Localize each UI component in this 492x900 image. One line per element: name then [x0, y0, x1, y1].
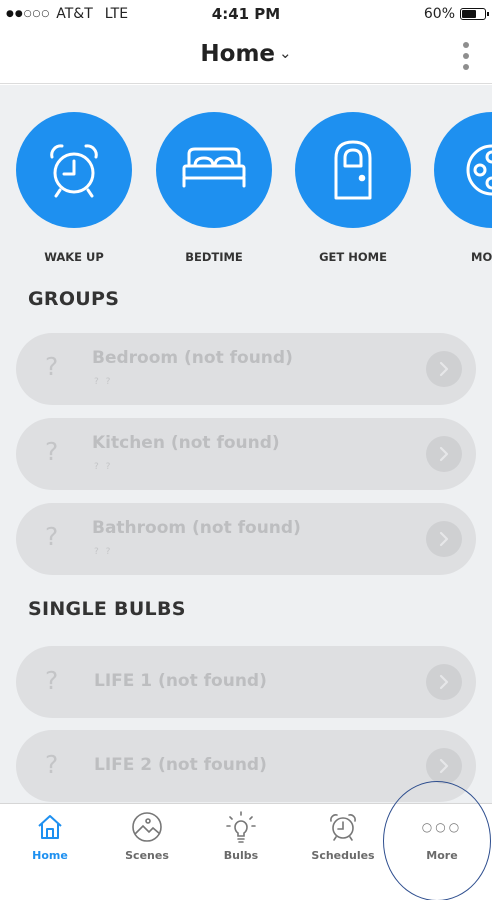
bulb-row-life-2[interactable]: ? LIFE 2 (not found)	[16, 730, 476, 802]
home-selector[interactable]: Home ⌄	[0, 41, 492, 67]
chevron-right-icon[interactable]	[426, 351, 462, 387]
tab-schedules[interactable]: Schedules	[298, 810, 388, 862]
chevron-down-icon: ⌄	[279, 44, 292, 62]
battery-icon	[460, 8, 489, 20]
chevron-right-icon[interactable]	[426, 748, 462, 784]
tab-bar: Home Scenes Bulbs Schedules ○○○ More	[0, 803, 492, 900]
bulb-row-life-1[interactable]: ? LIFE 1 (not found)	[16, 646, 476, 718]
alarm-clock-icon	[326, 810, 360, 844]
chevron-right-icon[interactable]	[426, 664, 462, 700]
tab-home[interactable]: Home	[5, 810, 95, 862]
single-bulbs-heading: SINGLE BULBS	[28, 598, 186, 620]
unknown-status-icon: ?	[45, 522, 59, 551]
landscape-icon	[130, 810, 164, 844]
navigation-bar: Home ⌄	[0, 28, 492, 84]
bulb-icon	[224, 810, 258, 844]
group-name: Kitchen (not found)	[92, 433, 280, 453]
group-row-bathroom[interactable]: ? Bathroom (not found) ? ?	[16, 503, 476, 575]
bulb-name: LIFE 1 (not found)	[94, 671, 267, 691]
chevron-right-icon[interactable]	[426, 521, 462, 557]
tab-label: Schedules	[311, 849, 375, 862]
scene-label: BEDTIME	[185, 250, 243, 264]
group-name: Bathroom (not found)	[92, 518, 301, 538]
house-icon	[33, 810, 67, 844]
scene-movie[interactable]: MOVIE	[434, 112, 492, 264]
bed-icon	[182, 147, 246, 188]
main-content: WAKE UP BEDTIME GET HOME MO GROUPS ? Bed…	[0, 85, 492, 803]
group-name: Bedroom (not found)	[92, 348, 293, 368]
scene-get-home[interactable]: GET HOME	[295, 112, 411, 264]
unknown-status-icon: ?	[45, 666, 59, 695]
scene-button[interactable]	[156, 112, 272, 228]
unknown-status-icon: ?	[45, 352, 59, 381]
tab-bulbs[interactable]: Bulbs	[196, 810, 286, 862]
tab-label: Bulbs	[223, 849, 259, 862]
group-row-bedroom[interactable]: ? Bedroom (not found) ? ?	[16, 333, 476, 405]
scene-label: GET HOME	[319, 250, 387, 264]
page-title: Home	[200, 41, 276, 67]
chevron-right-icon[interactable]	[426, 436, 462, 472]
tab-scenes[interactable]: Scenes	[102, 810, 192, 862]
tab-label: More	[426, 849, 458, 862]
more-options-button[interactable]	[460, 40, 472, 72]
film-reel-icon	[466, 144, 492, 196]
status-bar: ●●○○○ AT&T LTE 4:41 PM 60%	[0, 0, 492, 28]
unknown-status-icon: ?	[45, 750, 59, 779]
scene-button[interactable]	[16, 112, 132, 228]
group-subtitle: ? ?	[94, 462, 113, 472]
tab-label: Scenes	[125, 849, 169, 862]
group-subtitle: ? ?	[94, 547, 113, 557]
status-right: 60%	[423, 6, 489, 22]
scene-button[interactable]	[434, 112, 492, 228]
scene-label: WAKE UP	[44, 250, 104, 264]
door-icon	[334, 140, 372, 200]
unknown-status-icon: ?	[45, 437, 59, 466]
groups-heading: GROUPS	[28, 288, 120, 310]
scene-button[interactable]	[295, 112, 411, 228]
battery-percent: 60%	[423, 6, 455, 22]
group-row-kitchen[interactable]: ? Kitchen (not found) ? ?	[16, 418, 476, 490]
tab-label: Home	[32, 849, 68, 862]
tab-more[interactable]: ○○○ More	[397, 810, 487, 862]
more-icon: ○○○	[421, 820, 463, 834]
scene-wake-up[interactable]: WAKE UP	[16, 112, 132, 264]
scene-bedtime[interactable]: BEDTIME	[156, 112, 272, 264]
group-subtitle: ? ?	[94, 377, 113, 387]
status-time: 4:41 PM	[211, 5, 281, 23]
alarm-clock-icon	[50, 144, 98, 198]
bulb-name: LIFE 2 (not found)	[94, 755, 267, 775]
scene-label: MOVIE	[471, 250, 492, 264]
